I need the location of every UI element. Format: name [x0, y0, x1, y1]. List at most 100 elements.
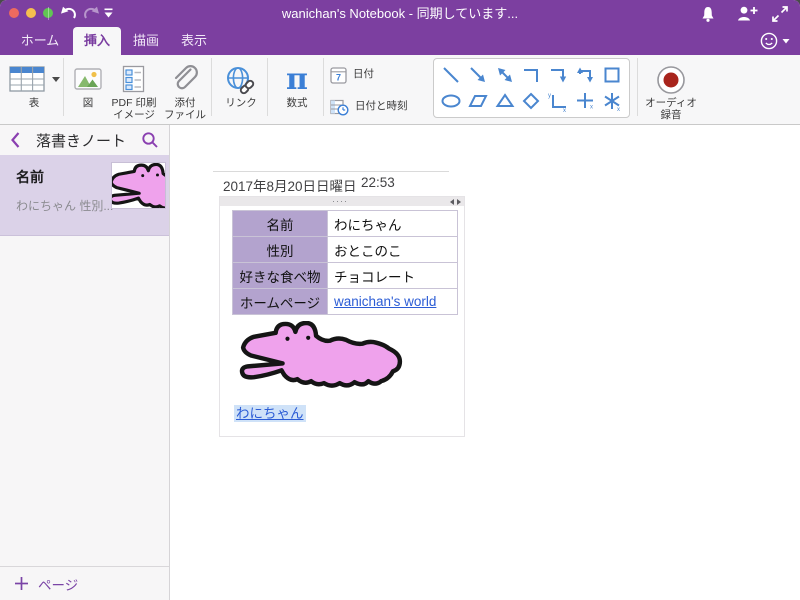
outline-move-handle[interactable]: ···· — [220, 197, 464, 206]
window-title: wanichan's Notebook - 同期しています... — [281, 6, 519, 21]
shape-cross-axes-button[interactable]: x — [574, 90, 596, 112]
svg-text:x: x — [617, 107, 620, 112]
crocodile-doodle-thumbnail — [112, 163, 165, 208]
tab-insert[interactable]: 挿入 — [73, 27, 121, 55]
page-item-title: 名前 — [16, 169, 44, 185]
plus-icon — [15, 577, 28, 590]
picture-button[interactable]: 図 — [70, 55, 106, 124]
page-date: 2017年8月20日日曜日 — [223, 179, 357, 194]
shape-ellipse-button[interactable] — [440, 90, 462, 112]
shape-star-axes-button[interactable]: x — [601, 90, 623, 112]
group-separator — [323, 58, 324, 116]
group-separator — [637, 58, 638, 116]
group-separator — [211, 58, 212, 116]
outline-handle-dots: ···· — [332, 196, 348, 206]
pdf-printout-button[interactable]: PDF 印刷 イメージ — [106, 55, 162, 124]
row-value-cell[interactable]: チョコレート — [327, 262, 458, 289]
ribbon-tab-bar: ホーム 挿入 描画 表示 — [0, 27, 800, 55]
notifications-bell-icon[interactable] — [699, 5, 717, 23]
sidebar-header: 落書きノート — [0, 125, 169, 155]
shapes-gallery: y x x x — [433, 58, 630, 118]
onenote-window: wanichan's Notebook - 同期しています... ホーム 挿入 … — [0, 0, 800, 600]
table-button[interactable]: 表 — [6, 55, 62, 124]
svg-text:x: x — [590, 105, 593, 111]
table-row: 名前 わにちゃん — [232, 210, 458, 237]
table-row: ホームページ wanichan's world — [232, 288, 458, 315]
feedback-control[interactable] — [759, 31, 790, 51]
shape-elbow-double-arrow-button[interactable] — [574, 64, 596, 86]
table-dropdown-caret-icon[interactable] — [51, 77, 60, 82]
equation-button[interactable]: π 数式 — [272, 55, 322, 124]
row-label-cell[interactable]: 性別 — [232, 236, 328, 263]
search-icon[interactable] — [141, 131, 159, 149]
picture-icon — [74, 68, 102, 90]
shape-rectangle-button[interactable] — [601, 64, 623, 86]
shape-elbow-connector-button[interactable] — [520, 64, 542, 86]
enter-fullscreen-icon[interactable] — [771, 5, 789, 23]
arrow-right-icon — [457, 198, 461, 205]
profile-table[interactable]: 名前 わにちゃん 性別 おとこのこ 好きな食べ物 チョコレート ホームページ w… — [232, 210, 458, 315]
record-icon — [657, 65, 685, 94]
row-label-cell[interactable]: ホームページ — [232, 288, 328, 315]
row-label-cell[interactable]: 名前 — [232, 210, 328, 237]
paperclip-icon — [174, 65, 198, 90]
add-page-label: ページ — [38, 577, 79, 593]
audio-record-button[interactable]: オーディオ 録音 — [642, 55, 700, 124]
page-title-divider — [213, 171, 449, 172]
tab-home[interactable]: ホーム — [20, 27, 60, 55]
tab-view[interactable]: 表示 — [176, 27, 212, 55]
svg-text:y: y — [548, 93, 551, 99]
shape-chart-axes-button[interactable]: y x — [547, 90, 569, 112]
crocodile-doodle[interactable] — [238, 321, 406, 392]
smiley-feedback-icon[interactable] — [759, 31, 779, 51]
tab-draw[interactable]: 描画 — [128, 27, 164, 55]
shape-diamond-button[interactable] — [520, 90, 542, 112]
svg-text:x: x — [563, 108, 566, 112]
row-value-cell[interactable]: おとこのこ — [327, 236, 458, 263]
notebook-section-title: 落書きノート — [35, 132, 126, 150]
calendar-icon: 7 — [330, 66, 347, 84]
add-page-button[interactable]: ページ — [0, 566, 169, 600]
row-label-cell[interactable]: 好きな食べ物 — [232, 262, 328, 289]
table-row: 好きな食べ物 チョコレート — [232, 262, 458, 289]
page-time: 22:53 — [361, 175, 395, 190]
svg-text:7: 7 — [336, 72, 341, 82]
homepage-link[interactable]: wanichan's world — [334, 294, 436, 309]
date-group: 7 日付 日付と時刻 — [330, 62, 430, 120]
page-item-snippet: わにちゃん 性別... — [16, 199, 114, 213]
shape-parallelogram-button[interactable] — [467, 90, 489, 112]
insert-datetime-button[interactable]: 日付と時刻 — [330, 94, 430, 120]
arrow-left-icon — [450, 198, 454, 205]
page-item-thumbnail — [111, 162, 166, 209]
back-chevron-icon[interactable] — [10, 131, 21, 149]
link-globe-icon — [227, 66, 255, 94]
page-list-item-selected[interactable]: 名前 わにちゃん 性別... — [0, 155, 169, 236]
note-outline-container[interactable]: ···· 名前 わにちゃん 性別 おとこのこ 好きな食べ物 チョコレート ホーム… — [219, 196, 465, 437]
row-value-cell[interactable]: わにちゃん — [327, 210, 458, 237]
page-canvas[interactable]: 2017年8月20日日曜日 22:53 ···· 名前 わにちゃん 性別 おとこ… — [171, 125, 800, 600]
table-row: 性別 おとこのこ — [232, 236, 458, 263]
chevron-down-icon — [782, 39, 790, 44]
insert-date-button[interactable]: 7 日付 — [330, 62, 430, 88]
attachment-button[interactable]: 添付 ファイル — [160, 55, 210, 124]
share-add-person-icon[interactable] — [736, 5, 759, 22]
group-separator — [267, 58, 268, 116]
wanichan-link[interactable]: わにちゃん — [234, 405, 306, 422]
shape-line-button[interactable] — [440, 64, 462, 86]
shape-elbow-arrow-button[interactable] — [547, 64, 569, 86]
row-value-cell: wanichan's world — [327, 288, 458, 315]
shape-double-arrow-button[interactable] — [494, 64, 516, 86]
shape-triangle-button[interactable] — [494, 90, 516, 112]
pi-icon: π — [286, 61, 308, 97]
group-separator — [63, 58, 64, 116]
table-icon — [8, 65, 45, 92]
pdf-printout-icon — [122, 65, 145, 93]
insert-ribbon: 表 図 PDF 印刷 イメージ 添付 ファイル リンク π 数式 7 日付 日付… — [0, 55, 800, 125]
page-list-sidebar: 落書きノート 名前 わにちゃん 性別... ページ — [0, 125, 170, 600]
shape-arrow-button[interactable] — [467, 64, 489, 86]
link-button[interactable]: リンク — [216, 55, 266, 124]
outline-resize-arrows[interactable] — [450, 198, 461, 205]
calendar-clock-icon — [330, 99, 349, 116]
selected-link-line: わにちゃん — [234, 402, 306, 422]
title-bar: wanichan's Notebook - 同期しています... — [0, 0, 800, 27]
